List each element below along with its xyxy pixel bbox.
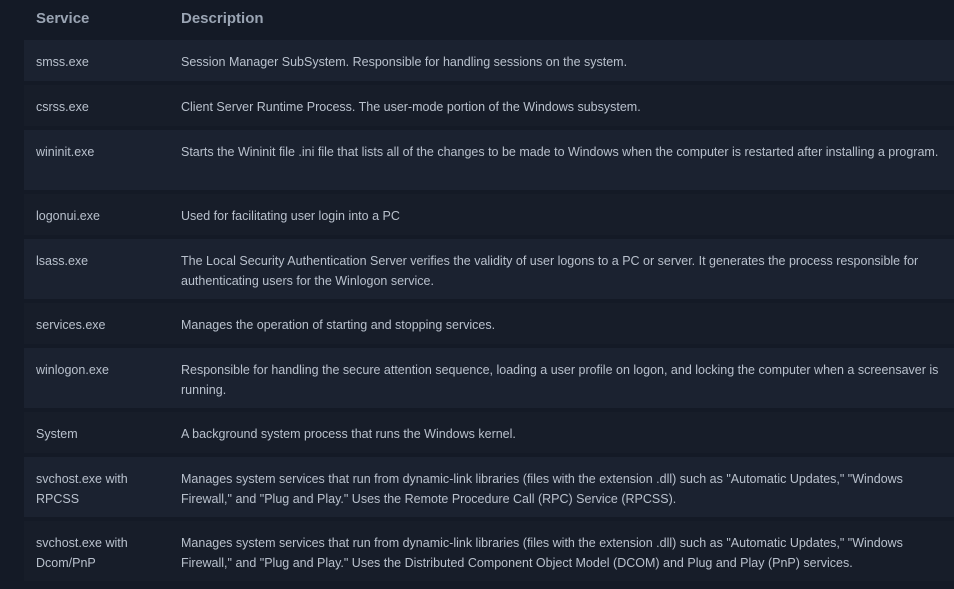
table-row: csrss.exe Client Server Runtime Process.…: [24, 85, 954, 126]
table-row: lsass.exe The Local Security Authenticat…: [24, 239, 954, 299]
column-header-description: Description: [181, 9, 264, 27]
service-cell: winlogon.exe: [24, 348, 169, 408]
table-row: System A background system process that …: [24, 412, 954, 453]
service-cell: csrss.exe: [24, 85, 169, 126]
table-row: wininit.exe Starts the Wininit file .ini…: [24, 130, 954, 190]
description-cell: Used for facilitating user login into a …: [169, 194, 954, 235]
description-cell: Client Server Runtime Process. The user-…: [169, 85, 954, 126]
description-cell: Session Manager SubSystem. Responsible f…: [169, 40, 954, 81]
table-header-row: Service Description: [24, 0, 954, 36]
service-cell: logonui.exe: [24, 194, 169, 235]
service-cell: svchost.exe with RPCSS: [24, 457, 169, 517]
description-cell: Manages system services that run from dy…: [169, 457, 954, 517]
service-cell: smss.exe: [24, 40, 169, 81]
service-cell: System: [24, 412, 169, 453]
table-row: services.exe Manages the operation of st…: [24, 303, 954, 344]
service-cell: services.exe: [24, 303, 169, 344]
table-row: logonui.exe Used for facilitating user l…: [24, 194, 954, 235]
service-cell: svchost.exe with Dcom/PnP: [24, 521, 169, 581]
column-header-service: Service: [36, 9, 90, 27]
description-cell: Manages the operation of starting and st…: [169, 303, 954, 344]
description-cell: The Local Security Authentication Server…: [169, 239, 954, 299]
description-cell: Manages system services that run from dy…: [169, 521, 954, 581]
services-table: Service Description smss.exe Session Man…: [24, 0, 954, 585]
description-cell: Starts the Wininit file .ini file that l…: [169, 130, 954, 190]
description-cell: A background system process that runs th…: [169, 412, 954, 453]
table-row: svchost.exe with RPCSS Manages system se…: [24, 457, 954, 517]
description-cell: Responsible for handling the secure atte…: [169, 348, 954, 408]
table-row: smss.exe Session Manager SubSystem. Resp…: [24, 40, 954, 81]
table-row: winlogon.exe Responsible for handling th…: [24, 348, 954, 408]
table-row: svchost.exe with Dcom/PnP Manages system…: [24, 521, 954, 581]
service-cell: lsass.exe: [24, 239, 169, 299]
service-cell: wininit.exe: [24, 130, 169, 190]
services-table-container: Service Description smss.exe Session Man…: [24, 0, 954, 589]
